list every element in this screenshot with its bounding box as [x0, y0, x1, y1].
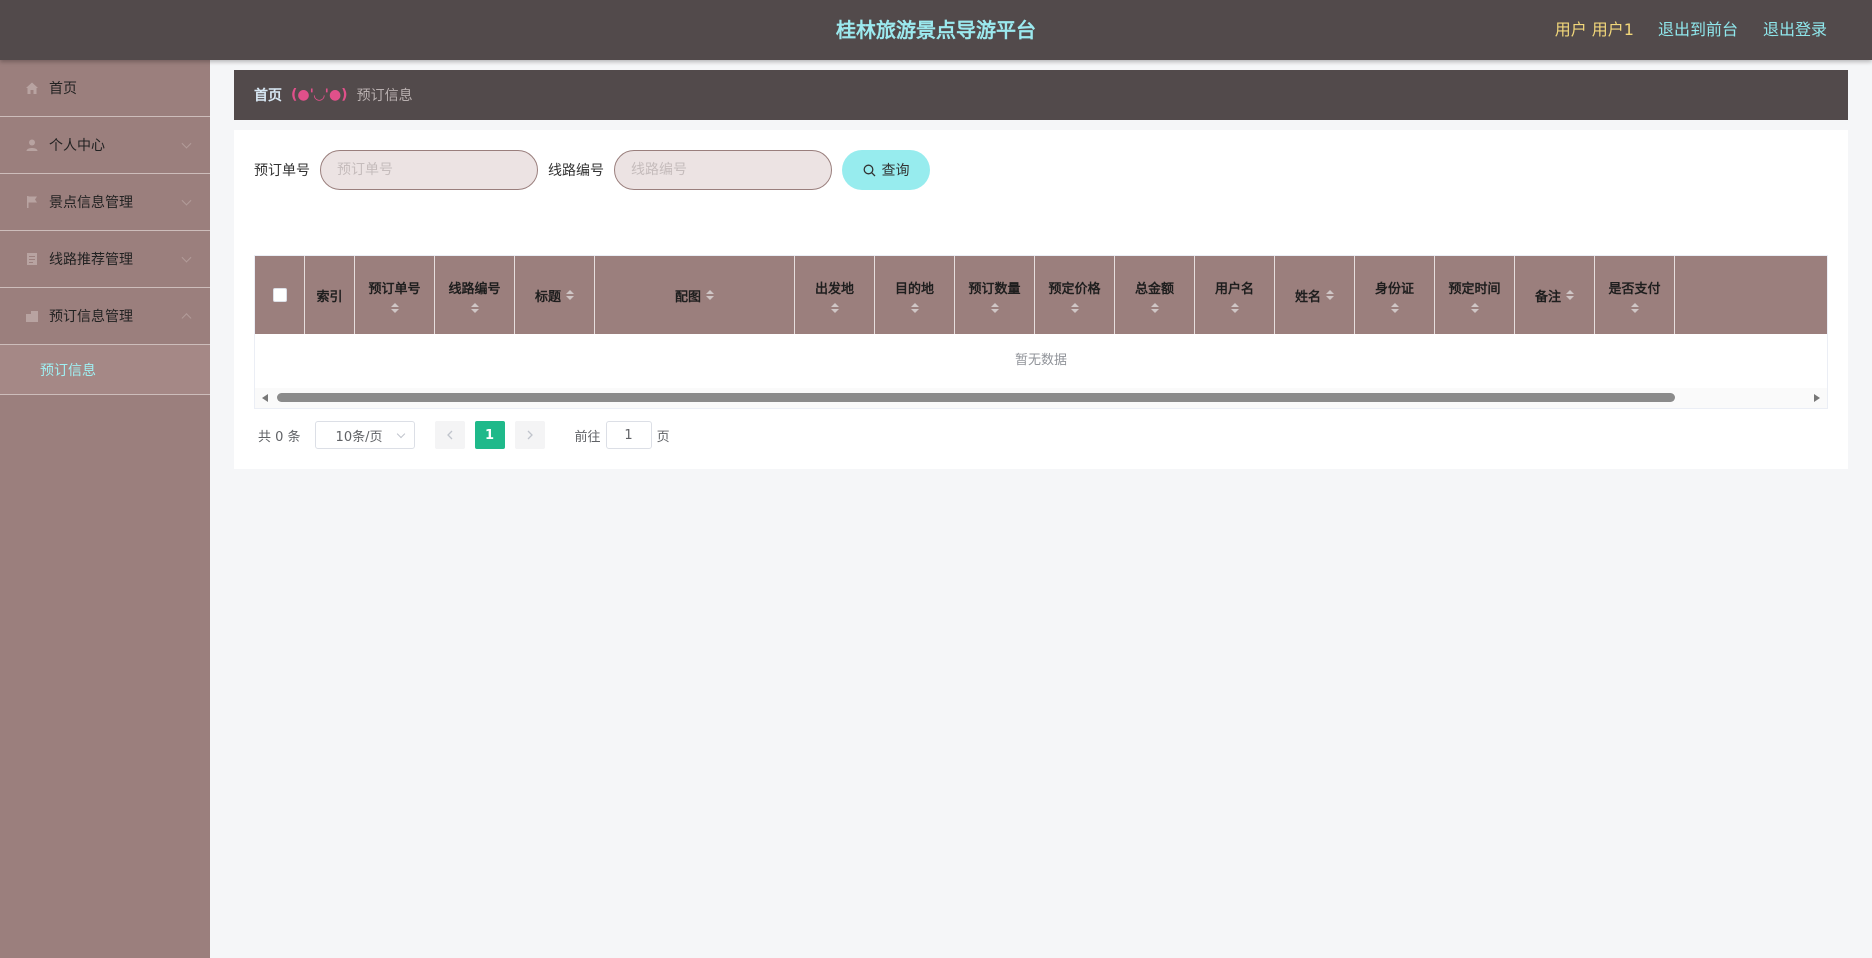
- page-size-select[interactable]: 10条/页: [314, 421, 415, 449]
- current-user-label: 用户 用户1: [1554, 20, 1634, 39]
- route-no-input[interactable]: [614, 150, 832, 190]
- page-number-current[interactable]: 1: [474, 421, 505, 449]
- building-icon: [24, 308, 40, 324]
- sort-icon[interactable]: [910, 302, 919, 313]
- scroll-right-icon[interactable]: [1814, 394, 1820, 402]
- sidebar-item-label: 线路推荐管理: [49, 252, 133, 268]
- sort-icon[interactable]: [1630, 302, 1639, 313]
- chevron-down-icon: [181, 195, 192, 206]
- search-form: 预订单号 线路编号 查询: [254, 150, 930, 190]
- page-size-value: 10条/页: [335, 429, 383, 445]
- scroll-left-icon[interactable]: [262, 394, 268, 402]
- sidebar-item-scenic-info[interactable]: 景点信息管理: [0, 174, 210, 231]
- scrollbar-thumb[interactable]: [277, 393, 1675, 402]
- query-button[interactable]: 查询: [842, 150, 930, 190]
- column-header[interactable]: 是否支付: [1595, 256, 1675, 334]
- chevron-up-icon: [181, 313, 192, 324]
- logout-link[interactable]: 退出登录: [1763, 0, 1827, 60]
- column-header[interactable]: 总金额: [1115, 256, 1195, 334]
- sort-icon[interactable]: [470, 302, 479, 313]
- chevron-left-icon: [446, 430, 453, 440]
- column-header: 索引: [305, 256, 355, 334]
- prev-page-button[interactable]: [434, 421, 465, 449]
- sort-icon[interactable]: [1326, 290, 1334, 300]
- goto-page-input[interactable]: [605, 421, 652, 449]
- booking-table: 索引 预订单号 线路编号 标题 配图 出发地 目的地 预订数量 预定价格 总金额…: [254, 255, 1828, 409]
- order-no-label: 预订单号: [254, 163, 310, 179]
- sidebar-item-personal-center[interactable]: 个人中心: [0, 117, 210, 174]
- sort-icon[interactable]: [1390, 302, 1399, 313]
- sort-icon[interactable]: [390, 302, 399, 313]
- sort-icon[interactable]: [990, 302, 999, 313]
- sidebar-item-label: 个人中心: [49, 138, 105, 154]
- search-icon: [863, 164, 875, 176]
- sort-icon[interactable]: [830, 302, 839, 313]
- query-button-label: 查询: [881, 163, 910, 179]
- column-header[interactable]: 备注: [1515, 256, 1595, 334]
- empty-table-text: 暂无数据: [1014, 353, 1067, 368]
- horizontal-scrollbar[interactable]: [255, 388, 1827, 408]
- sort-icon[interactable]: [1070, 302, 1079, 313]
- select-all-checkbox[interactable]: [272, 288, 287, 302]
- sort-icon[interactable]: [1230, 302, 1239, 313]
- flag-icon: [24, 194, 40, 210]
- column-header[interactable]: 标题: [515, 256, 595, 334]
- sidebar-item-route-recommend[interactable]: 线路推荐管理: [0, 231, 210, 288]
- column-header[interactable]: 线路编号: [435, 256, 515, 334]
- goto-label: 前往: [574, 429, 601, 445]
- total-count: 共 0 条: [258, 429, 301, 445]
- breadcrumb-current: 预订信息: [356, 88, 413, 104]
- sidebar-subitem-label: 预订信息: [40, 362, 96, 379]
- column-header[interactable]: 用户名: [1195, 256, 1275, 334]
- user-icon: [24, 137, 40, 153]
- table-header: 索引 预订单号 线路编号 标题 配图 出发地 目的地 预订数量 预定价格 总金额…: [255, 256, 1827, 334]
- column-header[interactable]: 预订单号: [355, 256, 435, 334]
- chevron-down-icon: [181, 138, 192, 149]
- exit-to-front-link[interactable]: 退出到前台: [1658, 0, 1738, 60]
- chevron-down-icon: [181, 252, 192, 263]
- breadcrumb: 首页 (●'◡'●) 预订信息: [234, 70, 1848, 120]
- column-header[interactable]: 预定价格: [1035, 256, 1115, 334]
- content-panel: 预订单号 线路编号 查询 索引 预订单号 线路编号 标题: [234, 130, 1848, 469]
- select-all-header: [255, 256, 305, 334]
- column-header[interactable]: 预定时间: [1435, 256, 1515, 334]
- sidebar-item-label: 首页: [49, 81, 77, 97]
- page-suffix: 页: [656, 429, 670, 445]
- document-icon: [24, 251, 40, 267]
- column-header[interactable]: 姓名: [1275, 256, 1355, 334]
- sidebar-item-label: 预订信息管理: [49, 309, 133, 325]
- sort-icon[interactable]: [1150, 302, 1159, 313]
- next-page-button[interactable]: [514, 421, 545, 449]
- breadcrumb-separator: (●'◡'●): [291, 87, 348, 103]
- sort-icon[interactable]: [566, 290, 574, 300]
- order-no-input[interactable]: [320, 150, 538, 190]
- sort-icon[interactable]: [1470, 302, 1479, 313]
- chevron-down-icon: [396, 429, 405, 439]
- chevron-right-icon: [527, 430, 533, 440]
- column-header[interactable]: 配图: [595, 256, 795, 334]
- breadcrumb-home[interactable]: 首页: [254, 85, 282, 105]
- sidebar-item-booking-manage[interactable]: 预订信息管理: [0, 288, 210, 345]
- column-header[interactable]: 出发地: [795, 256, 875, 334]
- sidebar-item-home[interactable]: 首页: [0, 60, 210, 117]
- sort-icon[interactable]: [1566, 290, 1574, 300]
- pagination: 共 0 条 10条/页 1 前往 页: [258, 421, 670, 449]
- sidebar: 首页 个人中心 景点信息管理 线路推荐管理 预订信息管理 预订信息: [0, 60, 210, 958]
- column-header: 操作: [1675, 256, 1827, 334]
- route-no-label: 线路编号: [548, 163, 604, 179]
- column-header[interactable]: 目的地: [875, 256, 955, 334]
- sidebar-item-label: 景点信息管理: [49, 195, 133, 211]
- column-header[interactable]: 身份证: [1355, 256, 1435, 334]
- column-header[interactable]: 预订数量: [955, 256, 1035, 334]
- top-header: 桂林旅游景点导游平台 用户 用户1 退出到前台 退出登录: [0, 0, 1872, 60]
- home-icon: [24, 80, 40, 96]
- sort-icon[interactable]: [706, 290, 714, 300]
- sidebar-subitem-booking-info[interactable]: 预订信息: [0, 345, 210, 395]
